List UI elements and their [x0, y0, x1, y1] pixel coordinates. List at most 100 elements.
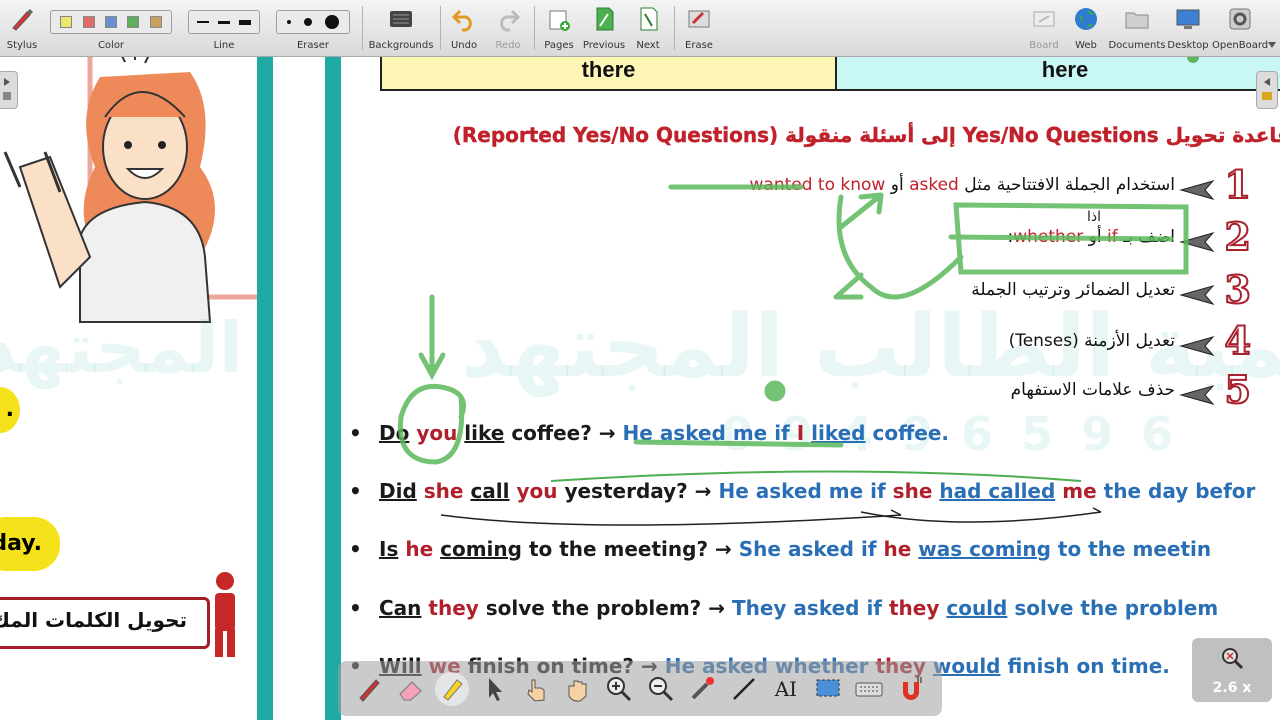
chevron-down-icon[interactable]: [1268, 42, 1276, 48]
yellow-dot-bubble: .: [0, 387, 20, 433]
eraser-size-selector[interactable]: [276, 10, 350, 34]
pages-button[interactable]: Pages: [538, 2, 580, 54]
previous-icon: [596, 7, 614, 31]
laser-pointer-icon[interactable]: [685, 672, 719, 706]
color-group: Color: [48, 2, 174, 54]
color-swatch-yellow[interactable]: [60, 16, 73, 28]
color-label: Color: [97, 40, 125, 51]
previous-label: Previous: [582, 40, 626, 51]
openboard-label: OpenBoard: [1212, 40, 1269, 51]
backgrounds-label: Backgrounds: [368, 40, 434, 51]
color-swatch-blue[interactable]: [104, 16, 117, 28]
desktop-button[interactable]: Desktop: [1166, 2, 1210, 54]
toolbar-separator: [362, 6, 363, 50]
eraser-small-option[interactable]: [287, 20, 292, 24]
hand-grab-icon[interactable]: [560, 672, 594, 706]
pen-icon[interactable]: [352, 672, 386, 706]
documents-label: Documents: [1108, 40, 1166, 51]
eraser-large-option[interactable]: [324, 15, 339, 29]
board-button[interactable]: Board: [1024, 2, 1064, 54]
erase-icon: [688, 10, 710, 28]
yellow-bubble: day.: [0, 517, 60, 571]
erase-label: Erase: [685, 40, 713, 51]
undo-label: Undo: [450, 40, 478, 51]
highlighter-icon[interactable]: [435, 671, 470, 706]
pointer-icon[interactable]: [477, 672, 511, 706]
web-button[interactable]: Web: [1066, 2, 1106, 54]
pages-label: Pages: [544, 40, 574, 51]
toolbar-separator: [534, 6, 535, 50]
color-swatch-green[interactable]: [127, 16, 140, 28]
hand-pointer-icon[interactable]: [519, 672, 553, 706]
board-icon: [1033, 11, 1055, 27]
zoom-indicator[interactable]: 2.6 x: [1192, 638, 1272, 702]
stylus-label: Stylus: [6, 40, 38, 51]
text-tool-glyph: AI: [774, 676, 798, 701]
text-tool-icon[interactable]: AI: [769, 672, 803, 706]
section-banner-text: تحويل الكلمات المك: [0, 608, 187, 632]
openboard-window: Stylus Color Line Eraser Backgrounds Und…: [0, 0, 1280, 720]
line-thick-option[interactable]: [238, 19, 251, 25]
web-label: Web: [1075, 40, 1097, 51]
next-button[interactable]: Next: [628, 2, 668, 54]
stylus-icon: [12, 9, 33, 31]
section-banner: تحويل الكلمات المك: [0, 597, 210, 649]
openboard-menu-button[interactable]: OpenBoard: [1212, 2, 1268, 54]
toolbar-separator: [440, 6, 441, 50]
line-label: Line: [213, 40, 235, 51]
magnet-icon[interactable]: [894, 672, 928, 706]
zoom-magnifier-icon: [1222, 648, 1244, 670]
pages-icon: [549, 10, 570, 31]
watermark-left: أكاديمية الطالب المجتهد: [0, 307, 257, 389]
eraser-medium-option[interactable]: [303, 18, 312, 26]
web-globe-icon: [1075, 8, 1097, 30]
eraser-group: Eraser: [274, 2, 352, 54]
desktop-monitor-icon: [1176, 9, 1200, 29]
line-tool-icon[interactable]: [727, 672, 761, 706]
documents-folder-icon: [1125, 12, 1149, 29]
teal-divider-left: [257, 57, 273, 720]
page-gutter: [273, 57, 325, 720]
documents-button[interactable]: Documents: [1108, 2, 1166, 54]
color-palette[interactable]: [50, 10, 172, 34]
teacher-illustration: [3, 57, 257, 323]
zoom-out-icon[interactable]: [644, 672, 678, 706]
teal-divider-right: [325, 57, 341, 720]
toolbar-separator: [674, 6, 675, 50]
left-slide-panel: . day. تحويل الكلمات المك أكاديمية الطال…: [0, 57, 257, 720]
eraser-icon[interactable]: [394, 672, 428, 706]
undo-icon: [451, 9, 472, 32]
desktop-label: Desktop: [1167, 40, 1209, 51]
line-thin-option[interactable]: [197, 21, 210, 23]
color-swatch-red[interactable]: [82, 16, 95, 28]
line-width-selector[interactable]: [188, 10, 260, 34]
zoom-in-icon[interactable]: [602, 672, 636, 706]
right-library-tab[interactable]: [1256, 71, 1278, 109]
line-medium-option[interactable]: [217, 20, 230, 24]
dot-text: .: [5, 397, 14, 422]
backgrounds-button[interactable]: Backgrounds: [368, 2, 434, 54]
eraser-label: Eraser: [296, 40, 330, 51]
annotation-toolbar: AI: [338, 661, 942, 716]
next-icon: [640, 7, 658, 31]
board-label: Board: [1029, 40, 1059, 51]
ink-annotations: [397, 57, 1199, 526]
previous-button[interactable]: Previous: [582, 2, 626, 54]
next-label: Next: [636, 40, 660, 51]
zoom-level-text: 2.6 x: [1212, 680, 1252, 696]
main-slide: أكاديمية الطالب المجتهد 0 9 4 9 6 5 9 6 …: [341, 57, 1280, 720]
redo-icon: [500, 9, 521, 32]
redo-button[interactable]: Redo: [488, 2, 528, 54]
backgrounds-icon: [390, 11, 412, 27]
undo-button[interactable]: Undo: [444, 2, 484, 54]
stylus-button[interactable]: Stylus: [2, 2, 42, 54]
erase-button[interactable]: Erase: [678, 2, 720, 54]
line-group: Line: [186, 2, 262, 54]
redo-label: Redo: [495, 40, 521, 51]
color-swatch-brown[interactable]: [149, 16, 162, 28]
bubble-text: day.: [0, 531, 42, 556]
person-icon: [215, 572, 235, 657]
capture-icon[interactable]: [811, 672, 845, 706]
keyboard-icon[interactable]: [852, 672, 886, 706]
play-arrow-left-icon: [1262, 78, 1272, 100]
